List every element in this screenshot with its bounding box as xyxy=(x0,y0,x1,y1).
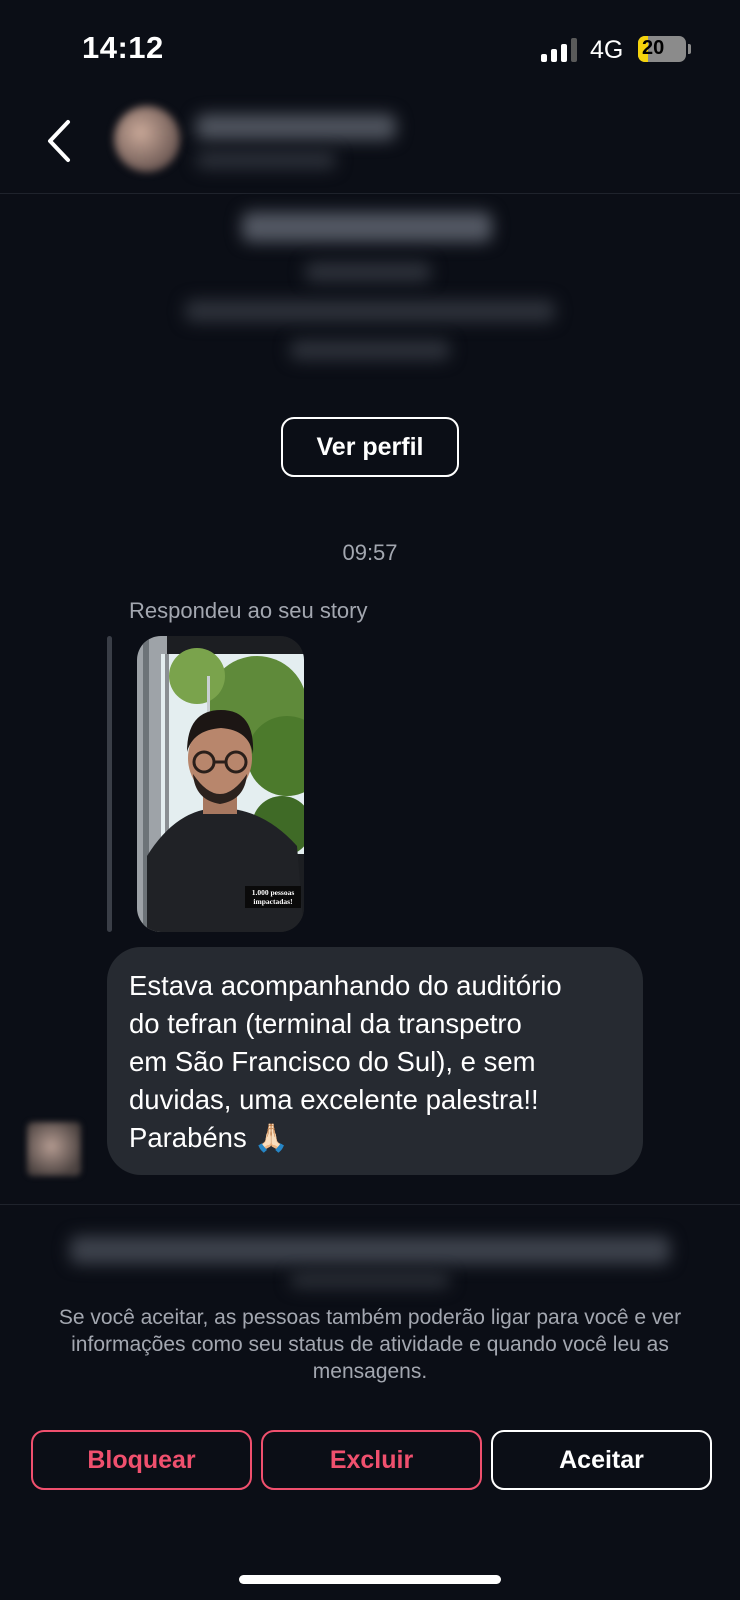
request-info-text xyxy=(70,1236,670,1264)
status-time: 14:12 xyxy=(82,30,164,65)
block-button[interactable]: Bloquear xyxy=(31,1430,252,1490)
accept-button[interactable]: Aceitar xyxy=(491,1430,712,1490)
cellular-signal-icon xyxy=(541,38,579,62)
story-caption-line2: impactadas! xyxy=(253,897,293,906)
request-notice: Se você aceitar, as pessoas também poder… xyxy=(58,1306,682,1383)
request-info-text-line2 xyxy=(290,1272,450,1288)
message-bubble[interactable]: Estava acompanhando do auditório do tefr… xyxy=(107,947,643,1175)
contact-username xyxy=(196,151,336,169)
profile-intro xyxy=(0,196,740,386)
conversation-header xyxy=(0,96,740,194)
reply-indicator-line xyxy=(107,636,112,932)
contact-name[interactable] xyxy=(196,114,396,140)
status-bar: 14:12 4G 20 xyxy=(0,0,740,96)
story-caption: 1.000 pessoas impactadas! xyxy=(245,886,301,908)
profile-stats xyxy=(185,300,555,322)
divider xyxy=(0,1204,740,1205)
view-profile-button[interactable]: Ver perfil xyxy=(281,417,459,477)
story-thumbnail[interactable]: 1.000 pessoas impactadas! xyxy=(137,636,304,932)
sender-avatar[interactable] xyxy=(27,1122,81,1176)
chevron-left-icon xyxy=(48,120,70,162)
network-type: 4G xyxy=(590,36,624,64)
profile-username xyxy=(305,262,431,282)
story-reply-label: Respondeu ao seu story xyxy=(129,598,368,623)
back-button[interactable] xyxy=(40,116,80,166)
profile-name xyxy=(242,212,492,242)
home-indicator[interactable] xyxy=(239,1575,501,1584)
battery-tip xyxy=(688,44,691,54)
story-caption-line1: 1.000 pessoas xyxy=(251,888,295,897)
message-timestamp: 09:57 xyxy=(342,540,398,565)
delete-button[interactable]: Excluir xyxy=(261,1430,482,1490)
contact-avatar[interactable] xyxy=(114,106,180,172)
battery-percentage: 20 xyxy=(642,37,665,59)
battery-icon: 20 xyxy=(638,36,686,62)
profile-mutual xyxy=(290,340,450,360)
